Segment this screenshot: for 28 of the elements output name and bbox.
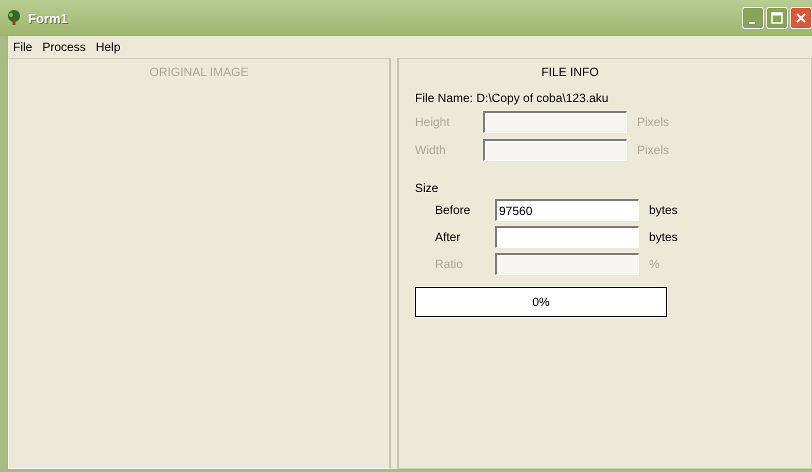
unit-label: bytes [649,230,678,244]
field-label: Width [415,143,447,157]
menu-item[interactable]: Help [90,40,126,54]
field-label: Before [435,203,472,217]
minimize-icon [749,22,755,24]
input-field[interactable] [495,226,639,248]
unit-label: % [649,257,661,271]
maximize-button[interactable] [766,7,788,29]
field-label: After [435,230,462,244]
tree-icon [6,10,22,26]
close-button[interactable] [790,7,812,29]
close-icon [795,12,807,24]
panel-title: FILE INFO [540,65,600,79]
progress-text: 0% [532,295,550,309]
menu-item[interactable]: File [8,40,38,54]
panel-title: ORIGINAL IMAGE [150,65,248,79]
input-field[interactable]: 97560 [495,199,639,221]
unit-label: Pixels [637,115,670,129]
minimize-button[interactable] [742,7,764,29]
unit-label: bytes [649,203,678,217]
menu-item[interactable]: Process [37,40,91,54]
field-label: Height [415,115,451,129]
unit-label: Pixels [637,143,670,157]
maximize-icon [771,12,783,24]
window-title: Form1 [28,10,68,26]
file-name-label: File Name: D:\Copy of coba\123.aku [415,91,608,105]
section-label: Size [415,181,438,195]
field-label: Ratio [435,257,464,271]
